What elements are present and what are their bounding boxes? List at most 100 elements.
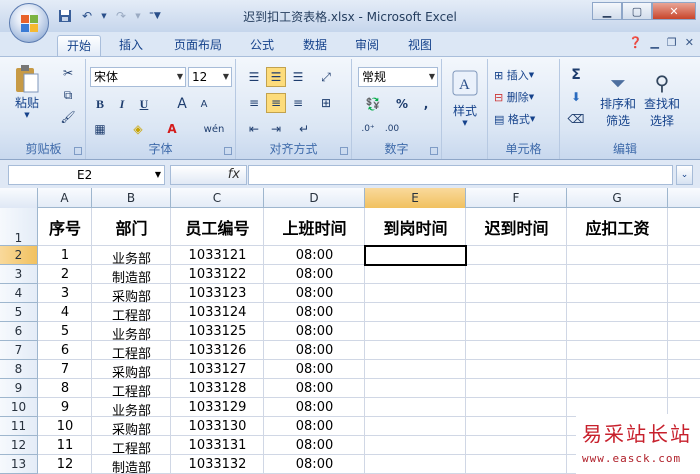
column-header-b[interactable]: B: [92, 188, 171, 208]
insert-cells-button[interactable]: ⊞ 插入 ▼: [494, 65, 534, 85]
column-header-d[interactable]: D: [264, 188, 365, 208]
data-cell[interactable]: 08:00: [264, 305, 365, 320]
percent-button[interactable]: %: [392, 94, 412, 114]
header-cell-f[interactable]: 迟到时间: [466, 215, 567, 239]
data-cell[interactable]: 业务部: [92, 400, 171, 419]
orientation-icon[interactable]: ⤢: [316, 67, 336, 87]
office-button[interactable]: [9, 3, 49, 43]
data-cell[interactable]: 11: [38, 438, 92, 453]
data-cell[interactable]: 1033122: [171, 267, 264, 282]
increase-decimal-icon[interactable]: .0⁺: [358, 119, 378, 139]
data-cell[interactable]: 1033131: [171, 438, 264, 453]
find-select-button[interactable]: ⚲ 查找和 选择: [640, 63, 684, 137]
row-header-6[interactable]: 6: [0, 322, 38, 341]
decrease-indent-icon[interactable]: ⇤: [244, 119, 264, 139]
bold-button[interactable]: B: [90, 94, 110, 114]
format-painter-icon[interactable]: 🖌: [58, 107, 78, 127]
data-cell[interactable]: 工程部: [92, 343, 171, 362]
data-cell[interactable]: 工程部: [92, 305, 171, 324]
column-header-g[interactable]: G: [567, 188, 668, 208]
column-header-c[interactable]: C: [171, 188, 264, 208]
row-header-10[interactable]: 10: [0, 398, 38, 417]
data-cell[interactable]: 3: [38, 286, 92, 301]
data-cell[interactable]: 1033128: [171, 381, 264, 396]
data-cell[interactable]: 2: [38, 267, 92, 282]
select-all-button[interactable]: [0, 188, 38, 208]
row-header-13[interactable]: 13: [0, 455, 38, 474]
copy-icon[interactable]: ⧉: [58, 85, 78, 105]
data-cell[interactable]: 1033121: [171, 248, 264, 263]
font-color-icon[interactable]: A: [162, 119, 182, 139]
data-cell[interactable]: 1033124: [171, 305, 264, 320]
formula-input[interactable]: [248, 165, 673, 185]
shrink-font-button[interactable]: A: [194, 94, 214, 114]
data-cell[interactable]: 7: [38, 362, 92, 377]
data-cell[interactable]: 08:00: [264, 362, 365, 377]
data-cell[interactable]: 制造部: [92, 457, 171, 474]
fill-color-icon[interactable]: ◈: [128, 119, 148, 139]
styles-button[interactable]: A 样式 ▼: [446, 63, 484, 133]
phonetic-button[interactable]: wén: [198, 119, 230, 139]
expand-formula-bar-icon[interactable]: ⌄: [676, 165, 693, 185]
paste-button[interactable]: 粘贴 ▼: [10, 63, 44, 119]
data-cell[interactable]: 工程部: [92, 438, 171, 457]
data-cell[interactable]: 9: [38, 400, 92, 415]
align-left-icon[interactable]: ≡: [244, 93, 264, 113]
data-cell[interactable]: 1033126: [171, 343, 264, 358]
number-launcher-icon[interactable]: [430, 147, 438, 155]
column-header-f[interactable]: F: [466, 188, 567, 208]
data-cell[interactable]: 08:00: [264, 248, 365, 263]
tab-home[interactable]: 开始: [57, 35, 101, 56]
tab-view[interactable]: 视图: [398, 35, 442, 56]
decrease-decimal-icon[interactable]: .00: [382, 119, 402, 139]
data-cell[interactable]: 1033125: [171, 324, 264, 339]
align-center-icon[interactable]: ≡: [266, 93, 286, 113]
data-cell[interactable]: 12: [38, 457, 92, 472]
data-cell[interactable]: 业务部: [92, 324, 171, 343]
data-cell[interactable]: 1033129: [171, 400, 264, 415]
align-bottom-icon[interactable]: ☰: [288, 67, 308, 87]
row-header-4[interactable]: 4: [0, 284, 38, 303]
wrap-text-icon[interactable]: ↵: [294, 119, 314, 139]
tab-page-layout[interactable]: 页面布局: [163, 35, 233, 56]
row-header-9[interactable]: 9: [0, 379, 38, 398]
font-size-combo[interactable]: 12 ▼: [188, 67, 232, 87]
data-cell[interactable]: 1033130: [171, 419, 264, 434]
clipboard-launcher-icon[interactable]: [74, 147, 82, 155]
data-cell[interactable]: 10: [38, 419, 92, 434]
name-box-dropdown-icon[interactable]: ▼: [155, 166, 161, 184]
tab-formulas[interactable]: 公式: [240, 35, 284, 56]
data-cell[interactable]: 6: [38, 343, 92, 358]
italic-button[interactable]: I: [112, 94, 132, 114]
name-box[interactable]: E2 ▼: [8, 165, 165, 185]
row-header-12[interactable]: 12: [0, 436, 38, 455]
row-header-11[interactable]: 11: [0, 417, 38, 436]
row-header-2[interactable]: 2: [0, 246, 38, 265]
font-launcher-icon[interactable]: [224, 147, 232, 155]
number-format-combo[interactable]: 常规 ▼: [358, 67, 438, 87]
data-cell[interactable]: 08:00: [264, 457, 365, 472]
alignment-launcher-icon[interactable]: [340, 147, 348, 155]
data-cell[interactable]: 08:00: [264, 324, 365, 339]
data-cell[interactable]: 采购部: [92, 362, 171, 381]
grow-font-button[interactable]: A: [172, 94, 192, 114]
header-cell-d[interactable]: 上班时间: [264, 215, 365, 239]
data-cell[interactable]: 08:00: [264, 438, 365, 453]
data-cell[interactable]: 1033132: [171, 457, 264, 472]
data-cell[interactable]: 4: [38, 305, 92, 320]
data-cell[interactable]: 采购部: [92, 286, 171, 305]
data-cell[interactable]: 1033127: [171, 362, 264, 377]
merge-center-icon[interactable]: ⊞: [316, 93, 336, 113]
data-cell[interactable]: 1033123: [171, 286, 264, 301]
data-cell[interactable]: 08:00: [264, 419, 365, 434]
column-header-a[interactable]: A: [38, 188, 92, 208]
worksheet-grid[interactable]: ABCDEFG 1 2 3 4 5 6 7 8 9 10 11 12 13 序号 部门 员工编号 上班时间 到岗时…: [0, 188, 700, 474]
format-cells-button[interactable]: ▤ 格式 ▼: [494, 109, 535, 129]
row-header-1[interactable]: 1: [0, 208, 38, 246]
data-cell[interactable]: 工程部: [92, 381, 171, 400]
row-header-5[interactable]: 5: [0, 303, 38, 322]
font-name-combo[interactable]: 宋体 ▼: [90, 67, 186, 87]
tab-review[interactable]: 审阅: [345, 35, 389, 56]
data-cell[interactable]: 08:00: [264, 381, 365, 396]
align-middle-icon[interactable]: ☰: [266, 67, 286, 87]
